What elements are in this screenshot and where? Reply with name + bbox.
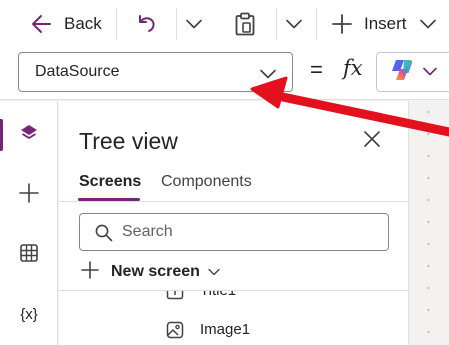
plus-icon <box>19 182 39 208</box>
tree-list: Title1 Image1 <box>59 291 409 345</box>
copilot-button[interactable] <box>376 52 449 92</box>
chevron-down-icon <box>186 19 202 29</box>
copilot-icon <box>389 58 415 87</box>
tab-components[interactable]: Components <box>161 173 252 191</box>
clipboard-icon <box>234 12 256 36</box>
back-arrow-icon <box>30 14 52 34</box>
insert-label: Insert <box>364 14 407 33</box>
plus-icon <box>81 260 99 284</box>
rail-data-button[interactable] <box>0 233 58 277</box>
search-icon <box>95 224 113 247</box>
canvas-area <box>410 101 449 345</box>
tree-item-title1[interactable]: Title1 <box>59 291 409 306</box>
left-rail: {x} <box>0 101 58 345</box>
command-bar: Back Insert <box>0 0 449 48</box>
undo-button[interactable] <box>136 0 158 48</box>
tree-item-label: Title1 <box>200 291 236 299</box>
pane-title: Tree view <box>79 128 178 154</box>
layers-icon <box>19 123 39 148</box>
toolbar-divider <box>116 8 117 40</box>
image-icon <box>166 321 184 344</box>
tab-screens[interactable]: Screens <box>79 173 141 191</box>
new-screen-button[interactable]: New screen <box>81 259 220 285</box>
close-icon[interactable] <box>364 131 380 152</box>
property-dropdown-value: DataSource <box>35 63 120 80</box>
paste-button[interactable] <box>234 0 256 48</box>
label-icon <box>166 291 184 305</box>
chevron-down-icon <box>423 63 437 81</box>
insert-dropdown-button[interactable] <box>420 0 436 48</box>
toolbar-divider <box>316 8 317 40</box>
formula-bar: DataSource = fx <box>0 48 449 100</box>
rail-variables-button[interactable]: {x} <box>0 292 58 336</box>
tree-item-label: Image1 <box>200 321 251 338</box>
equals-sign: = <box>310 57 323 82</box>
paste-dropdown-button[interactable] <box>286 0 302 48</box>
tree-view-pane: Tree view Screens Components New screen … <box>59 101 409 345</box>
table-icon <box>19 243 39 268</box>
search-box <box>79 213 389 251</box>
toolbar-divider <box>276 8 277 40</box>
chevron-down-icon <box>208 263 220 281</box>
undo-icon <box>136 13 158 35</box>
rail-tree-view-button[interactable] <box>0 113 58 157</box>
chevron-down-icon <box>286 19 302 29</box>
plus-icon <box>332 14 352 34</box>
tabs-divider <box>59 201 409 202</box>
canvas-grid-dots <box>427 101 430 345</box>
chevron-down-icon <box>420 19 436 29</box>
variables-icon: {x} <box>20 305 38 323</box>
back-label: Back <box>64 14 102 33</box>
tree-item-image1[interactable]: Image1 <box>59 315 409 345</box>
undo-dropdown-button[interactable] <box>186 0 202 48</box>
new-screen-label: New screen <box>111 263 200 280</box>
property-dropdown[interactable]: DataSource <box>18 52 293 92</box>
insert-button[interactable]: Insert <box>332 0 407 48</box>
rail-insert-button[interactable] <box>0 173 58 217</box>
back-button[interactable]: Back <box>30 0 102 48</box>
fx-label: fx <box>343 56 363 80</box>
search-input[interactable] <box>122 220 372 244</box>
toolbar-divider <box>176 8 177 40</box>
chevron-down-icon <box>260 66 276 84</box>
